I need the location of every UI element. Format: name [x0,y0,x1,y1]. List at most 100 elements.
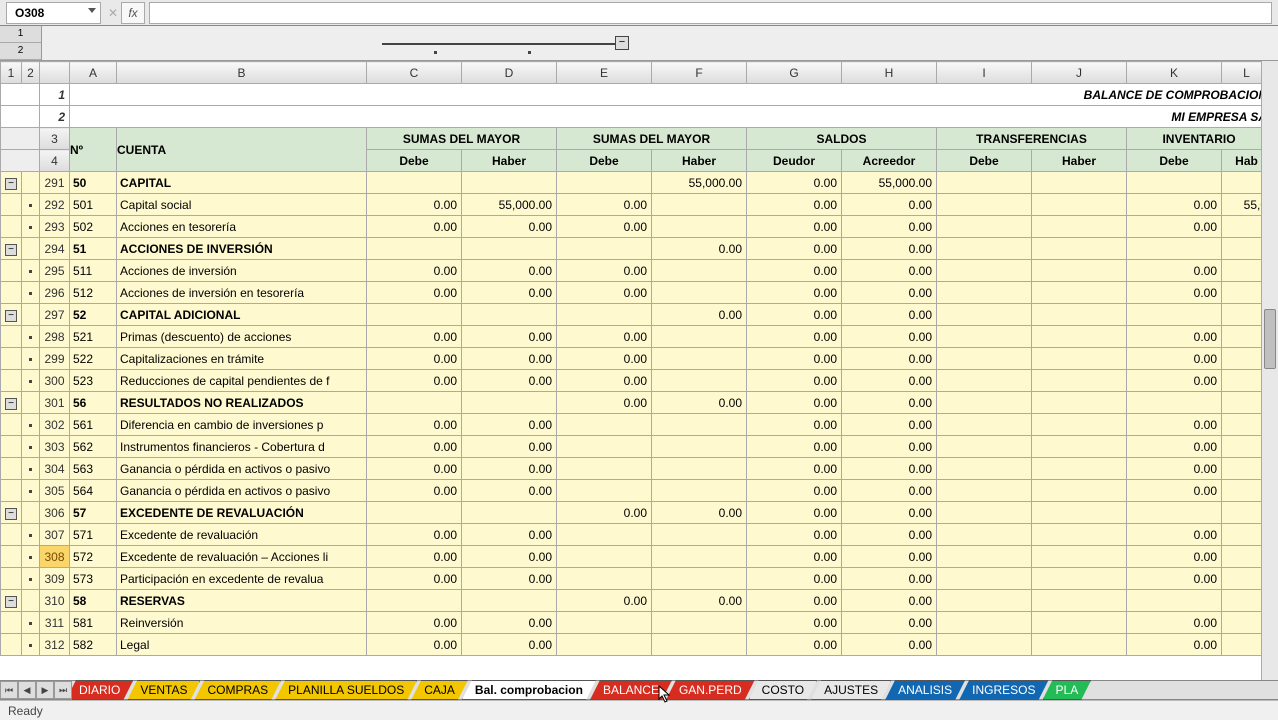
cell[interactable]: 0.00 [462,634,557,656]
cell[interactable]: 0.00 [1127,194,1222,216]
tab-last-button[interactable]: ⏭ [54,681,72,699]
name-box[interactable]: O308 [6,2,101,24]
sheet-tab[interactable]: COMPRAS [194,680,281,700]
cell[interactable] [1032,634,1127,656]
name-box-dropdown-icon[interactable] [88,8,96,13]
cell[interactable]: 0.00 [367,436,462,458]
cell[interactable]: 0.00 [747,238,842,260]
cell[interactable]: Reducciones de capital pendientes de f [117,370,367,392]
row-header[interactable]: 3 [40,128,70,150]
cell[interactable] [1032,216,1127,238]
cell[interactable]: 523 [70,370,117,392]
cell[interactable] [557,480,652,502]
cell[interactable]: 512 [70,282,117,304]
cell[interactable] [652,282,747,304]
cell[interactable] [652,634,747,656]
cell[interactable]: 0.00 [462,546,557,568]
cell[interactable] [557,458,652,480]
cell[interactable] [1127,304,1222,326]
cell[interactable]: 0.00 [557,392,652,414]
cell[interactable]: 0.00 [842,502,937,524]
cell[interactable] [1032,612,1127,634]
cell[interactable]: 0.00 [557,326,652,348]
col-header-D[interactable]: D [462,62,557,84]
cell[interactable] [1032,238,1127,260]
cell[interactable] [1032,546,1127,568]
cell[interactable]: 0.00 [1127,546,1222,568]
cell[interactable] [367,392,462,414]
cell[interactable] [937,480,1032,502]
cell[interactable]: 0.00 [747,590,842,612]
cell[interactable]: 0.00 [1127,370,1222,392]
cell[interactable] [462,304,557,326]
cell[interactable] [557,414,652,436]
col-header-F[interactable]: F [652,62,747,84]
cell[interactable]: Ganancia o pérdida en activos o pasivo [117,458,367,480]
cell[interactable] [652,414,747,436]
cell[interactable]: 0.00 [1127,260,1222,282]
sheet-tab[interactable]: VENTAS [127,680,200,700]
cell[interactable]: 0.00 [747,282,842,304]
cell[interactable]: CAPITAL [117,172,367,194]
cell[interactable]: Excedente de revaluación – Acciones li [117,546,367,568]
cell[interactable]: Legal [117,634,367,656]
cell[interactable] [1127,238,1222,260]
cell[interactable]: 0.00 [557,370,652,392]
cell[interactable]: 0.00 [462,348,557,370]
row-header[interactable]: 304 [40,458,70,480]
row-header[interactable]: 297 [40,304,70,326]
sheet-tab[interactable]: COSTO [749,680,817,700]
cell[interactable]: 0.00 [367,612,462,634]
cell[interactable] [367,502,462,524]
cell[interactable] [937,546,1032,568]
cell[interactable]: 52 [70,304,117,326]
row-header[interactable]: 298 [40,326,70,348]
row-header[interactable]: 299 [40,348,70,370]
cell[interactable]: RESERVAS [117,590,367,612]
cell[interactable]: Acciones en tesorería [117,216,367,238]
cell[interactable]: Instrumentos financieros - Cobertura d [117,436,367,458]
outline-collapse-icon[interactable]: − [5,178,17,190]
cell[interactable] [937,392,1032,414]
cell[interactable]: Capitalizaciones en trámite [117,348,367,370]
cell[interactable] [1032,282,1127,304]
cell[interactable] [557,172,652,194]
row-header[interactable]: 311 [40,612,70,634]
row-header[interactable]: 302 [40,414,70,436]
sheet-tab[interactable]: BALANCE [590,680,672,700]
cell[interactable]: 0.00 [747,546,842,568]
cell[interactable]: Capital social [117,194,367,216]
outline-collapse-icon[interactable]: − [5,508,17,520]
cell[interactable]: 55,000.00 [652,172,747,194]
cell[interactable] [652,436,747,458]
cell[interactable] [937,612,1032,634]
cell[interactable] [937,590,1032,612]
cell[interactable] [937,634,1032,656]
cell[interactable]: 0.00 [747,414,842,436]
cell[interactable] [1032,194,1127,216]
cell[interactable]: 0.00 [557,348,652,370]
cell[interactable]: 0.00 [462,480,557,502]
cell[interactable]: ACCIONES DE INVERSIÓN [117,238,367,260]
cell[interactable]: 0.00 [1127,436,1222,458]
cell[interactable]: 55,000.00 [462,194,557,216]
cell[interactable]: 0.00 [747,172,842,194]
row-header[interactable]: 1 [40,84,70,106]
cell[interactable] [1127,392,1222,414]
cell[interactable]: 0.00 [1127,216,1222,238]
col-header-C[interactable]: C [367,62,462,84]
cell[interactable]: 0.00 [1127,414,1222,436]
cell[interactable]: 0.00 [557,590,652,612]
col-header-E[interactable]: E [557,62,652,84]
cell[interactable]: 511 [70,260,117,282]
cell[interactable]: RESULTADOS NO REALIZADOS [117,392,367,414]
cell[interactable] [462,502,557,524]
cell[interactable] [652,524,747,546]
cell[interactable]: 0.00 [747,568,842,590]
row-header[interactable]: 303 [40,436,70,458]
cell[interactable] [1032,480,1127,502]
cell[interactable] [1127,172,1222,194]
cell[interactable] [937,524,1032,546]
row-header[interactable]: 293 [40,216,70,238]
col-header-A[interactable]: A [70,62,117,84]
